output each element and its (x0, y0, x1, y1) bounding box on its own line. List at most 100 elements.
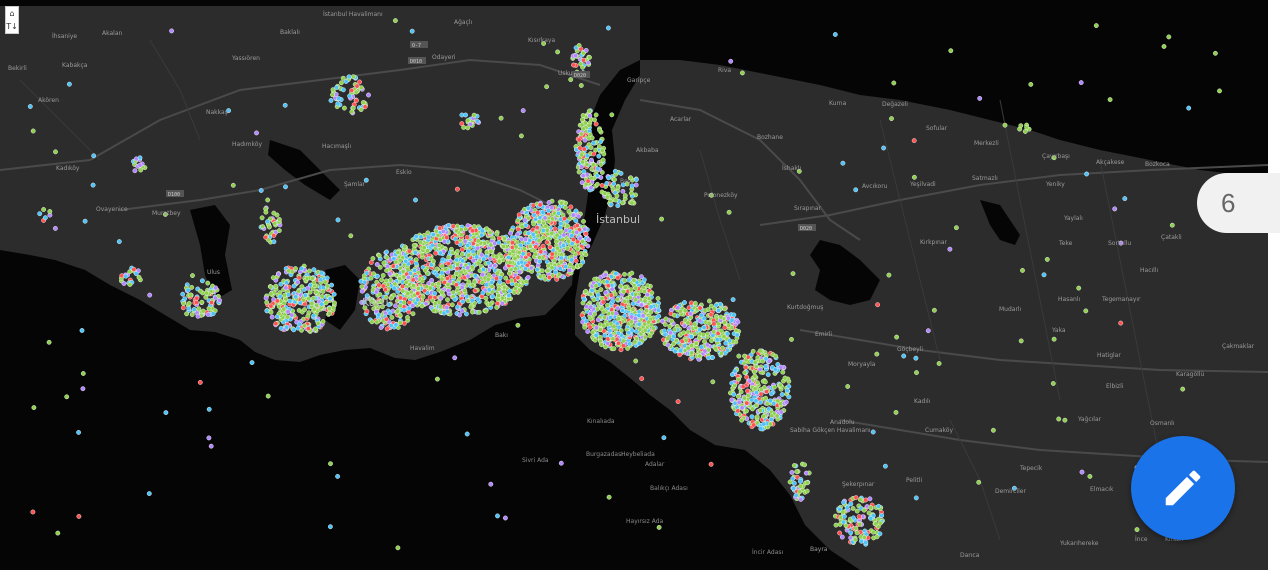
map-marker[interactable] (558, 221, 564, 227)
map-marker[interactable] (368, 275, 374, 281)
map-marker[interactable] (138, 167, 144, 173)
map-marker[interactable] (264, 299, 270, 305)
map-marker[interactable] (606, 175, 611, 181)
map-marker[interactable] (699, 312, 704, 318)
map-marker[interactable] (466, 279, 472, 285)
map-marker[interactable] (581, 57, 586, 63)
map-marker[interactable] (718, 328, 724, 334)
map-marker[interactable] (55, 530, 61, 536)
map-marker[interactable] (901, 353, 907, 359)
map-marker[interactable] (523, 279, 529, 284)
map-marker[interactable] (31, 405, 37, 410)
map-marker[interactable] (581, 169, 587, 175)
map-marker[interactable] (1079, 469, 1085, 475)
map-marker[interactable] (1093, 23, 1099, 28)
map-marker[interactable] (450, 223, 456, 229)
map-marker[interactable] (454, 228, 459, 234)
map-marker[interactable] (761, 413, 766, 419)
map-marker[interactable] (260, 224, 266, 230)
map-marker[interactable] (768, 416, 774, 422)
map-marker[interactable] (843, 523, 849, 528)
map-marker[interactable] (663, 316, 669, 322)
map-marker[interactable] (526, 252, 532, 257)
map-marker[interactable] (470, 249, 476, 254)
map-marker[interactable] (579, 312, 585, 318)
map-marker[interactable] (1107, 97, 1113, 103)
map-marker[interactable] (432, 290, 437, 296)
map-marker[interactable] (789, 336, 794, 342)
map-marker[interactable] (268, 309, 274, 315)
map-marker[interactable] (683, 337, 689, 343)
map-marker[interactable] (291, 283, 297, 289)
map-marker[interactable] (520, 108, 526, 114)
map-marker[interactable] (636, 321, 642, 327)
map-marker[interactable] (600, 299, 606, 305)
map-marker[interactable] (189, 284, 195, 290)
map-marker[interactable] (469, 298, 475, 303)
map-marker[interactable] (1166, 34, 1172, 40)
map-marker[interactable] (422, 267, 428, 273)
map-marker[interactable] (302, 323, 308, 329)
map-marker[interactable] (41, 207, 46, 212)
map-marker[interactable] (620, 200, 625, 206)
map-marker[interactable] (573, 218, 579, 224)
map-marker[interactable] (136, 274, 142, 280)
map-marker[interactable] (853, 187, 859, 193)
map-marker[interactable] (546, 274, 552, 280)
map-marker[interactable] (362, 104, 368, 110)
map-marker[interactable] (591, 151, 597, 157)
map-marker[interactable] (180, 305, 186, 311)
map-marker[interactable] (471, 112, 477, 118)
map-marker[interactable] (283, 184, 288, 190)
map-marker[interactable] (319, 293, 325, 299)
map-marker[interactable] (537, 202, 543, 208)
map-marker[interactable] (630, 307, 636, 312)
map-marker[interactable] (642, 298, 648, 304)
map-marker[interactable] (360, 100, 366, 105)
map-marker[interactable] (338, 80, 344, 86)
map-marker[interactable] (592, 276, 597, 282)
map-marker[interactable] (681, 330, 687, 336)
map-marker[interactable] (580, 159, 585, 165)
map-marker[interactable] (620, 188, 626, 194)
map-marker[interactable] (531, 221, 536, 227)
map-marker[interactable] (278, 281, 284, 287)
map-marker[interactable] (330, 305, 336, 311)
map-marker[interactable] (537, 255, 542, 260)
map-marker[interactable] (554, 232, 560, 238)
map-marker[interactable] (385, 263, 390, 269)
map-marker[interactable] (322, 279, 328, 285)
map-marker[interactable] (430, 258, 436, 264)
map-marker[interactable] (615, 305, 620, 311)
map-marker[interactable] (184, 311, 190, 317)
map-marker[interactable] (480, 290, 486, 296)
map-marker[interactable] (755, 355, 761, 360)
map-marker[interactable] (444, 309, 450, 314)
map-marker[interactable] (390, 263, 396, 269)
map-marker[interactable] (329, 282, 334, 288)
map-marker[interactable] (388, 277, 393, 283)
map-marker[interactable] (718, 314, 724, 320)
map-marker[interactable] (912, 174, 917, 180)
map-marker[interactable] (439, 263, 445, 269)
map-marker[interactable] (495, 270, 500, 276)
map-marker[interactable] (639, 274, 644, 280)
map-marker[interactable] (330, 92, 335, 98)
map-marker[interactable] (188, 292, 194, 298)
map-marker[interactable] (271, 239, 277, 245)
map-marker[interactable] (116, 239, 122, 245)
map-marker[interactable] (1018, 338, 1024, 344)
map-marker[interactable] (661, 328, 667, 334)
map-marker[interactable] (465, 125, 471, 131)
map-marker[interactable] (614, 336, 620, 342)
map-marker[interactable] (539, 268, 545, 274)
map-marker[interactable] (729, 397, 735, 403)
map-marker[interactable] (387, 310, 393, 316)
map-marker[interactable] (349, 88, 355, 93)
map-marker[interactable] (436, 281, 441, 287)
map-marker[interactable] (947, 246, 953, 252)
map-marker[interactable] (395, 545, 401, 551)
map-marker[interactable] (932, 307, 937, 313)
map-marker[interactable] (560, 237, 566, 243)
map-marker[interactable] (765, 372, 771, 377)
